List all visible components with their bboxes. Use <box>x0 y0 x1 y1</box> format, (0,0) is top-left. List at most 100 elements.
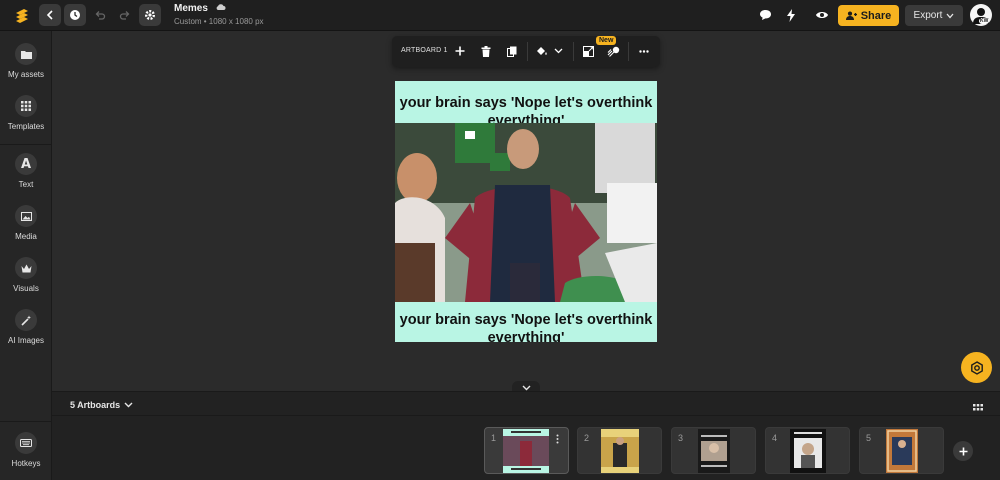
chat-bubble-icon <box>759 10 771 20</box>
sidebar-label: Visuals <box>13 284 39 293</box>
avatar-initials: KW <box>979 18 990 24</box>
image-icon <box>15 205 37 227</box>
ai-assistant-button[interactable] <box>961 352 992 383</box>
paint-bucket-icon <box>537 46 547 55</box>
plus-icon <box>455 46 465 56</box>
document-title[interactable]: Memes <box>174 3 226 14</box>
app-logo-icon[interactable] <box>12 6 32 26</box>
text-icon: A <box>15 153 37 175</box>
thumbnail-preview <box>790 429 826 473</box>
more-options-button[interactable] <box>637 44 651 58</box>
sidebar-label: Media <box>15 232 37 241</box>
copy-icon <box>507 46 517 57</box>
thumbnail-number: 4 <box>772 433 778 443</box>
share-label: Share <box>860 9 892 22</box>
ellipsis-icon <box>639 49 649 53</box>
toolbar-separator <box>628 42 629 61</box>
document-title-text[interactable]: Memes <box>174 3 208 14</box>
eye-icon <box>816 12 828 18</box>
artboard-toolbar: ARTBOARD 1 <box>392 36 660 67</box>
artboards-count-label: 5 Artboards <box>70 400 121 410</box>
redo-icon <box>119 11 130 20</box>
chevron-left-icon <box>46 10 53 20</box>
resize-button[interactable] <box>581 44 595 58</box>
undo-button[interactable] <box>89 4 111 26</box>
crown-icon <box>15 257 37 279</box>
thumbnail-menu-icon[interactable] <box>556 434 559 444</box>
photo-image <box>395 123 657 302</box>
sidebar-label: Hotkeys <box>11 459 41 468</box>
lightning-icon <box>787 8 795 22</box>
artboard-canvas[interactable]: your brain says 'Nope let's overthink ev… <box>395 81 657 342</box>
add-user-icon <box>845 11 857 20</box>
artboard-thumbnail-1[interactable]: 1 <box>484 427 569 474</box>
thumbnail-preview <box>886 429 918 473</box>
add-artboard-button[interactable] <box>453 44 467 58</box>
add-artboard-button[interactable] <box>953 441 973 461</box>
export-button[interactable]: Export <box>905 5 963 26</box>
grid-view-toggle[interactable] <box>973 400 983 411</box>
thumbnail-preview <box>698 429 730 473</box>
settings-button[interactable] <box>139 4 161 26</box>
artboard-thumbnail-5[interactable]: 5 <box>859 427 944 474</box>
duplicate-artboard-button[interactable] <box>505 44 519 58</box>
thumbnail-number: 3 <box>678 433 684 443</box>
chevron-down-icon <box>124 402 133 408</box>
document-dimensions: Custom • 1080 x 1080 px <box>174 17 264 26</box>
thumbnail-preview <box>601 429 639 473</box>
redo-button[interactable] <box>114 4 136 26</box>
thumbnail-preview <box>503 429 549 473</box>
artboard-thumbnail-4[interactable]: 4 <box>765 427 850 474</box>
fill-color-dropdown[interactable] <box>551 44 565 58</box>
preview-button[interactable] <box>811 4 833 26</box>
export-label: Export <box>913 10 943 21</box>
trash-icon <box>481 45 491 57</box>
artboard-thumbnail-2[interactable]: 2 <box>577 427 662 474</box>
sidebar-item-my-assets[interactable]: My assets <box>0 43 52 79</box>
comments-button[interactable] <box>754 4 776 26</box>
toolbar-separator <box>527 42 528 61</box>
sidebar-label: AI Images <box>7 336 44 345</box>
cloud-saved-icon <box>215 3 226 14</box>
new-badge: New <box>596 36 617 45</box>
resize-icon <box>582 45 594 57</box>
thumbnail-number: 2 <box>584 433 590 443</box>
thumbnail-number: 1 <box>491 433 497 443</box>
artboards-count-dropdown[interactable]: 5 Artboards <box>70 400 133 410</box>
meme-photo[interactable] <box>395 123 657 302</box>
artboard-name[interactable]: ARTBOARD 1 <box>401 47 448 54</box>
sidebar-label: Text <box>18 180 34 189</box>
animate-button[interactable] <box>780 4 802 26</box>
thumbnail-number: 5 <box>866 433 872 443</box>
undo-icon <box>95 11 106 20</box>
sidebar-item-media[interactable]: Media <box>0 205 52 241</box>
back-button[interactable] <box>39 4 61 26</box>
sidebar-divider <box>0 421 52 422</box>
sidebar-item-text[interactable]: A Text <box>0 153 52 189</box>
sidebar-item-ai-images[interactable]: AI Images <box>0 309 52 345</box>
hexagon-gear-icon <box>970 360 983 375</box>
grid-icon <box>973 404 983 411</box>
share-button[interactable]: Share <box>838 5 899 26</box>
sidebar-label: My assets <box>7 70 44 79</box>
top-bar: Memes Custom • 1080 x 1080 px Share Expo… <box>0 0 1000 31</box>
gear-icon <box>145 10 155 20</box>
plus-icon <box>959 447 967 455</box>
sidebar-item-visuals[interactable]: Visuals <box>0 257 52 293</box>
delete-artboard-button[interactable] <box>479 44 493 58</box>
clock-icon <box>70 10 80 20</box>
sidebar-item-hotkeys[interactable]: Hotkeys <box>0 432 52 468</box>
history-button[interactable] <box>64 4 86 26</box>
fill-color-button[interactable] <box>535 44 549 58</box>
artboard-thumbnail-3[interactable]: 3 <box>671 427 756 474</box>
chevron-down-icon <box>554 48 562 54</box>
animation-button[interactable] <box>606 44 620 58</box>
toolbar-separator <box>573 42 574 61</box>
artboards-panel-header: 5 Artboards <box>52 391 1000 416</box>
caption-bottom-text[interactable]: your brain says 'Nope let's overthink ev… <box>395 311 657 342</box>
sidebar-item-templates[interactable]: Templates <box>0 95 52 131</box>
grid-icon <box>15 95 37 117</box>
sidebar-label: Templates <box>7 122 45 131</box>
sidebar-divider <box>0 144 52 145</box>
folder-icon <box>15 43 37 65</box>
